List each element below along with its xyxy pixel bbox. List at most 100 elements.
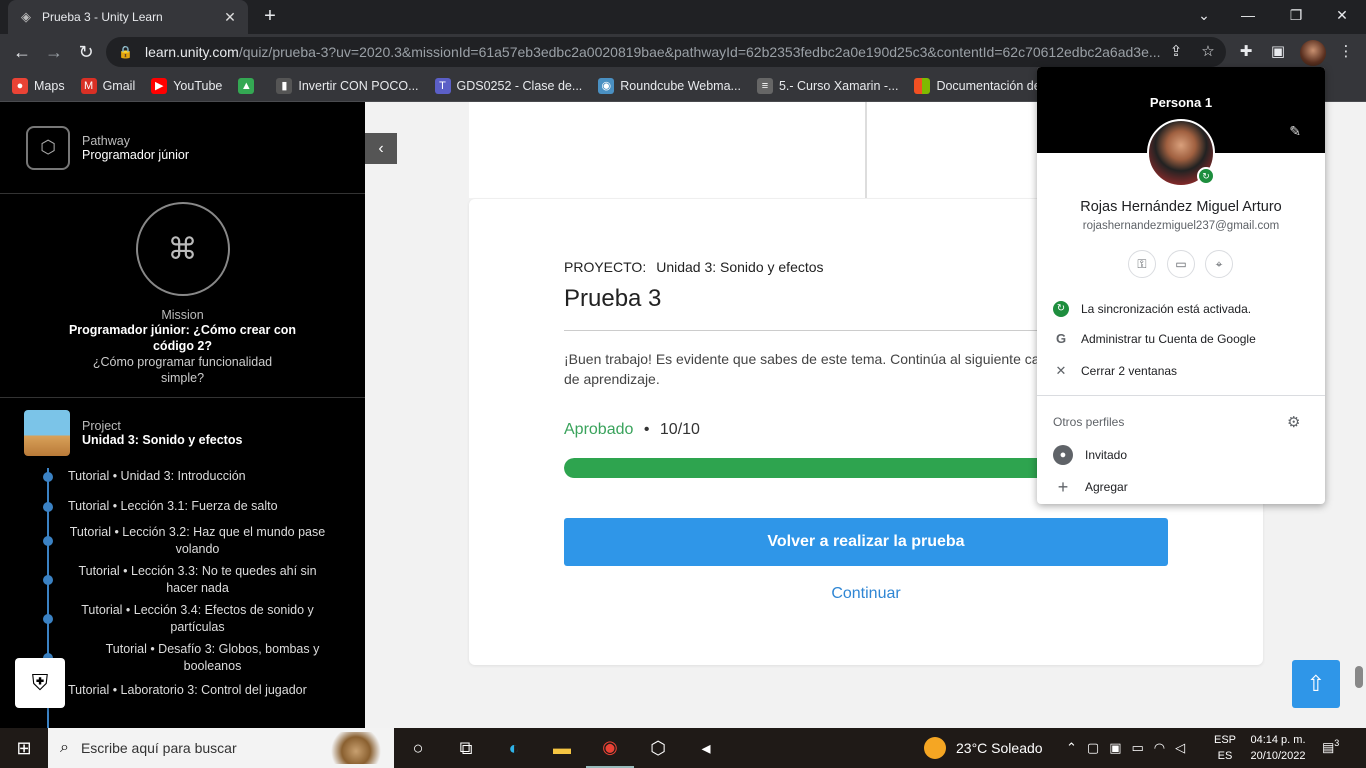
bookmark-roundcube[interactable]: ◉ Roundcube Webma... xyxy=(598,77,741,94)
visual-studio-app[interactable]: ◂ xyxy=(682,728,730,768)
score-value: 10/10 xyxy=(659,421,700,438)
scroll-to-top-button[interactable]: ⇧ xyxy=(1292,660,1340,708)
pathway-header[interactable]: ⬡ Pathway Programador júnior xyxy=(0,102,365,194)
bookmark-star-icon[interactable]: ☆ xyxy=(1198,42,1218,62)
tutorial-item[interactable]: Tutorial • Lección 3.2: Haz que el mundo… xyxy=(0,524,365,563)
chrome-app[interactable]: ◉ xyxy=(586,728,634,768)
passwords-key-icon[interactable]: ⚿ xyxy=(1128,250,1156,278)
new-tab-button[interactable]: + xyxy=(258,5,282,29)
scrollbar-thumb[interactable] xyxy=(1355,666,1363,688)
battery-icon[interactable]: ▭ xyxy=(1132,740,1144,756)
payment-card-icon[interactable]: ▭ xyxy=(1167,250,1195,278)
clock[interactable]: 04:14 p. m. 20/10/2022 xyxy=(1244,732,1312,764)
tab-strip: ◈ Prueba 3 - Unity Learn ✕ + ⌄ — ❐ ✕ xyxy=(0,0,1366,34)
search-highlight-image xyxy=(326,732,386,764)
bookmark-drive[interactable]: ▲ xyxy=(238,77,260,94)
restore-button[interactable]: ❐ xyxy=(1280,4,1312,28)
settings-gear-icon[interactable]: ⚙ xyxy=(1287,413,1300,431)
timeline-dot xyxy=(43,536,53,546)
menu-kebab-icon[interactable]: ⋮ xyxy=(1336,42,1356,62)
pathway-logo-icon: ⬡ xyxy=(26,125,70,170)
manage-account-text: Administrar tu Cuenta de Google xyxy=(1081,332,1256,346)
sync-badge-icon: ↻ xyxy=(1197,167,1215,185)
task-view-button[interactable]: ⧉ xyxy=(442,728,490,768)
gmail-icon: M xyxy=(80,77,97,94)
pathway-title: Programador júnior xyxy=(82,147,189,162)
bookmark-gmail[interactable]: M Gmail xyxy=(80,77,136,94)
profile-avatar-button[interactable] xyxy=(1300,40,1326,66)
minimize-button[interactable]: — xyxy=(1232,4,1264,28)
extensions-puzzle-icon[interactable]: ✚ xyxy=(1236,42,1256,62)
close-windows-row[interactable]: ✕ Cerrar 2 ventanas xyxy=(1037,357,1325,385)
tutorial-title-cont: booleanos xyxy=(183,659,242,673)
reload-button[interactable]: ↻ xyxy=(74,40,98,64)
close-window-button[interactable]: ✕ xyxy=(1326,4,1358,28)
edit-pencil-icon[interactable]: ✎ xyxy=(1289,123,1301,140)
share-icon[interactable]: ⇪ xyxy=(1166,42,1186,62)
bookmark-xamarin[interactable]: ≡ 5.- Curso Xamarin -... xyxy=(756,77,898,94)
sync-status-row[interactable]: ↻ La sincronización está activada. xyxy=(1037,295,1325,323)
tutorial-item[interactable]: Tutorial • Unidad 3: Introducción xyxy=(0,468,365,498)
bookmark-invertir[interactable]: ▮ Invertir CON POCO... xyxy=(276,77,419,94)
manage-account-row[interactable]: G Administrar tu Cuenta de Google xyxy=(1037,325,1325,353)
addresses-pin-icon[interactable]: ⌖ xyxy=(1205,250,1233,278)
divider xyxy=(865,102,867,198)
edge-app[interactable]: ◐ xyxy=(490,728,538,768)
notification-center-button[interactable]: ▤3 xyxy=(1322,738,1339,755)
sync-icon: ↻ xyxy=(1053,301,1069,317)
address-bar[interactable]: 🔒 learn.unity.com/quiz/prueba-3?uv=2020.… xyxy=(106,37,1226,67)
language-code: ESP xyxy=(1213,734,1236,746)
bookmark-label: Gmail xyxy=(102,78,136,93)
language-indicator[interactable]: ESP ES xyxy=(1212,732,1238,764)
cortana-button[interactable]: ○ xyxy=(394,728,442,768)
forward-button[interactable]: → xyxy=(42,40,66,64)
file-explorer-app[interactable]: ▬ xyxy=(538,728,586,768)
project-title: Unidad 3: Sonido y efectos xyxy=(82,433,243,447)
mission-title: Programador júnior: ¿Cómo crear con códi… xyxy=(68,323,297,353)
cortana-circle-icon: ○ xyxy=(412,737,424,758)
collapse-sidebar-button[interactable]: ‹ xyxy=(365,133,397,164)
bookmark-youtube[interactable]: ▶ YouTube xyxy=(151,77,223,94)
project-item[interactable]: Project Unidad 3: Sonido y efectos xyxy=(0,398,365,468)
bookmark-gds0252[interactable]: T GDS0252 - Clase de... xyxy=(434,77,582,94)
side-panel-icon[interactable]: ▣ xyxy=(1268,42,1288,62)
timeline-dot xyxy=(43,614,53,624)
weather-widget[interactable]: 23°C Soleado xyxy=(924,728,1043,768)
display-icon[interactable]: ▣ xyxy=(1109,740,1121,756)
mission-flowchart-icon: ⌘ xyxy=(135,202,230,296)
close-icon: ✕ xyxy=(1055,363,1067,378)
back-button[interactable]: ← xyxy=(10,40,34,64)
add-profile-row[interactable]: + Agregar xyxy=(1037,473,1325,501)
start-button[interactable]: ⊞ xyxy=(0,728,48,768)
taskbar-search[interactable]: ⌕ Escribe aquí para buscar xyxy=(48,728,394,768)
guest-avatar-icon: ● xyxy=(1053,445,1073,465)
volume-icon[interactable]: ◁ xyxy=(1175,740,1185,756)
tutorial-title: Tutorial • Lección 3.1: Fuerza de salto xyxy=(68,499,278,513)
continue-link[interactable]: Continuar xyxy=(564,585,1168,603)
sun-icon xyxy=(924,737,946,759)
tutorial-item[interactable]: Tutorial • Lección 3.4: Efectos de sonid… xyxy=(0,602,365,641)
privacy-shield-button[interactable]: ⛨ xyxy=(15,658,65,708)
timeline-dot xyxy=(43,575,53,585)
bookmark-documentacion[interactable]: Documentación de... xyxy=(914,77,1051,94)
tab-search-chevron-icon[interactable]: ⌄ xyxy=(1188,4,1220,28)
upload-arrow-icon: ⇧ xyxy=(1306,671,1326,696)
unity-hub-app[interactable]: ⬡ xyxy=(634,728,682,768)
retry-quiz-button[interactable]: Volver a realizar la prueba xyxy=(564,518,1168,566)
chevron-up-icon[interactable]: ⌃ xyxy=(1066,740,1077,756)
unity-icon: ⬡ xyxy=(650,737,666,758)
wifi-icon[interactable]: ◠ xyxy=(1154,740,1165,756)
guest-profile-row[interactable]: ● Invitado xyxy=(1037,441,1325,469)
mission-label: Mission xyxy=(161,308,204,322)
tutorial-item[interactable]: Tutorial • Lección 3.3: No te quedes ahí… xyxy=(0,563,365,602)
bookmark-maps[interactable]: ● Maps xyxy=(12,77,65,94)
mission-section[interactable]: ⌘ Mission Programador júnior: ¿Cómo crea… xyxy=(0,194,365,398)
bookmark-label: YouTube xyxy=(173,78,223,93)
notification-count: 3 xyxy=(1334,738,1340,748)
close-tab-icon[interactable]: ✕ xyxy=(222,9,238,26)
tutorial-item[interactable]: Tutorial • Lección 3.1: Fuerza de salto xyxy=(0,498,365,524)
edge-icon: ◐ xyxy=(508,737,520,758)
meet-now-icon[interactable]: ▢ xyxy=(1087,740,1099,756)
browser-tab[interactable]: ◈ Prueba 3 - Unity Learn ✕ xyxy=(8,0,248,34)
task-view-icon: ⧉ xyxy=(459,737,473,758)
